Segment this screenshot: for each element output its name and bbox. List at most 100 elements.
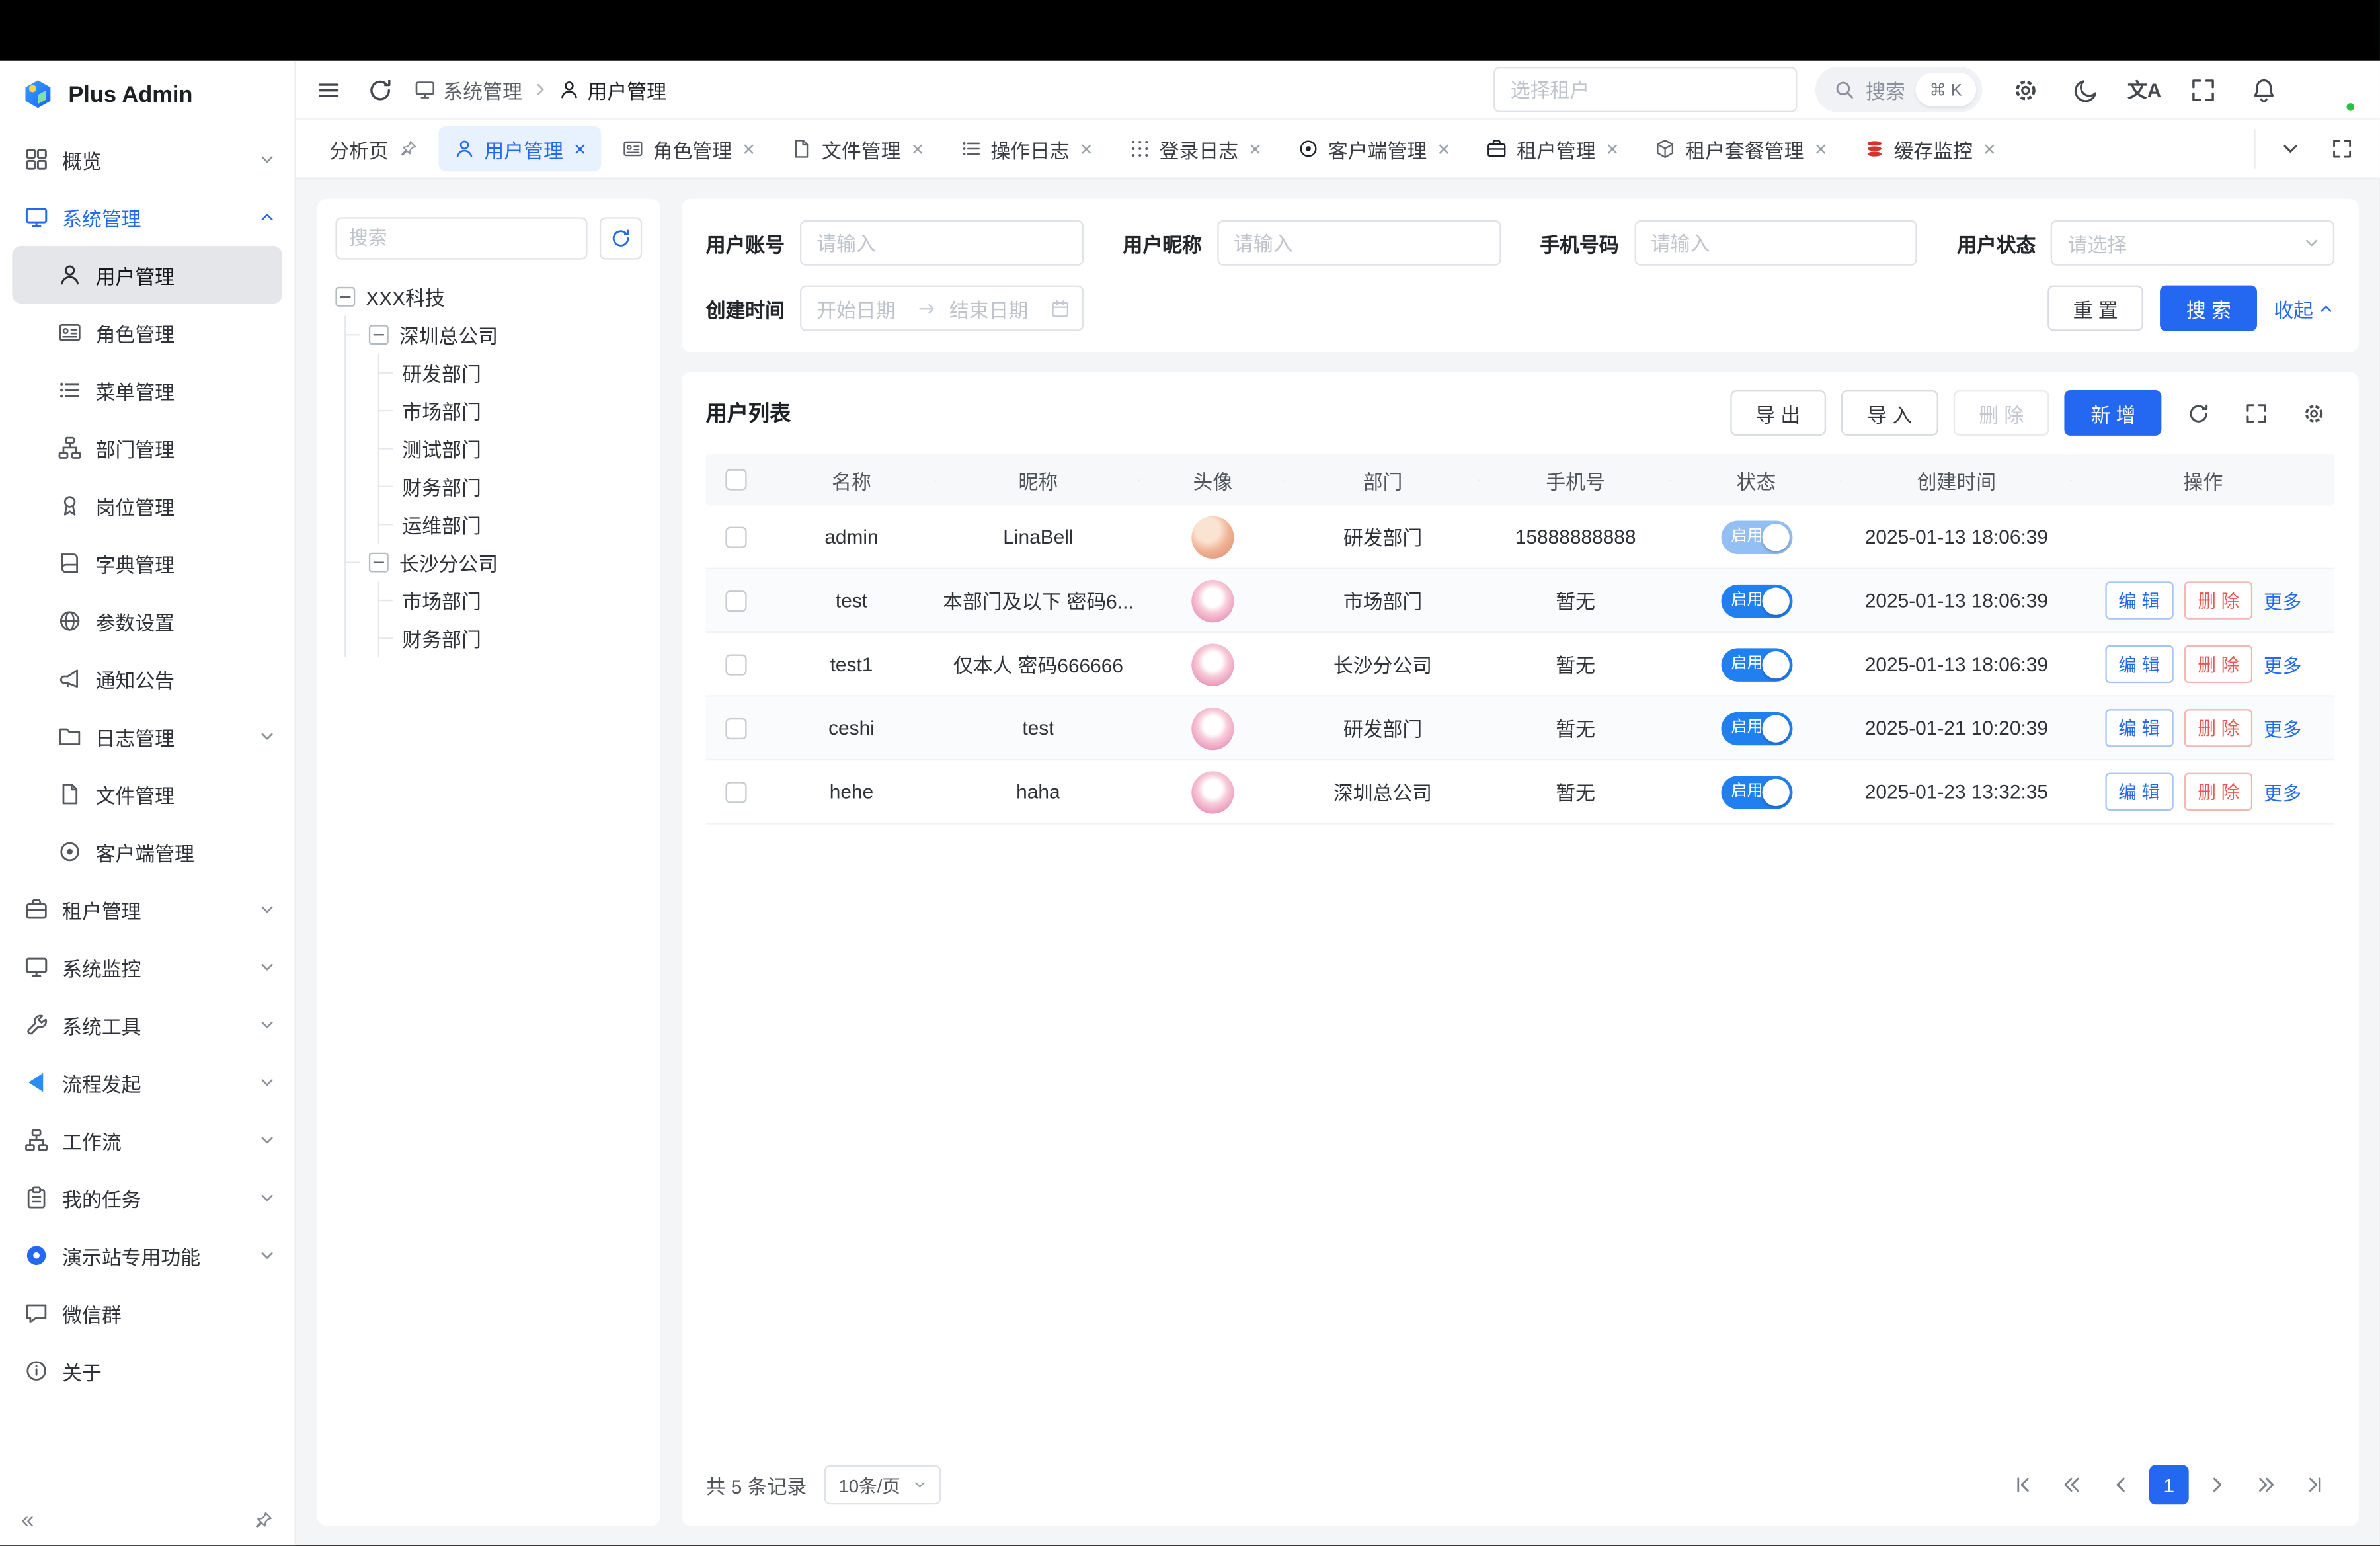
- pagination-next-button[interactable]: [2198, 1465, 2237, 1505]
- sidebar-item-demo[interactable]: 演示站专用功能: [0, 1227, 294, 1284]
- tree-node[interactable]: 财务部门: [379, 468, 642, 505]
- delete-button[interactable]: 删 除: [2184, 645, 2253, 683]
- pagination-prev-button[interactable]: [2101, 1465, 2141, 1505]
- translate-button[interactable]: 文A: [2127, 70, 2161, 110]
- select-all-checkbox[interactable]: [725, 469, 746, 490]
- sidebar-item-overview[interactable]: 概览: [0, 130, 294, 188]
- tab-role-mgmt[interactable]: 角色管理×: [608, 126, 770, 172]
- edit-button[interactable]: 编 辑: [2105, 645, 2174, 683]
- sidebar-item-wechat[interactable]: 微信群: [0, 1284, 294, 1342]
- tab-tenant-mgmt[interactable]: 租户管理×: [1471, 126, 1634, 172]
- tab-close-icon[interactable]: ×: [1606, 138, 1619, 159]
- status-toggle[interactable]: 启用: [1720, 712, 1792, 745]
- sidebar-item-about[interactable]: 关于: [0, 1342, 294, 1400]
- sidebar-item-tasks[interactable]: 我的任务: [0, 1169, 294, 1227]
- collapse-filter-link[interactable]: 收起: [2274, 294, 2334, 323]
- sidebar-item-clients[interactable]: 客户端管理: [0, 823, 294, 880]
- nickname-input[interactable]: [1217, 220, 1501, 266]
- sidebar-item-post[interactable]: 岗位管理: [0, 477, 294, 534]
- tree-search-input[interactable]: [335, 217, 587, 259]
- more-button[interactable]: 更多: [2264, 713, 2301, 743]
- search-button[interactable]: 搜 索: [2161, 286, 2257, 331]
- tree-expander-icon[interactable]: [369, 325, 389, 345]
- tree-node[interactable]: 财务部门: [379, 620, 642, 657]
- more-button[interactable]: 更多: [2264, 778, 2301, 807]
- status-toggle[interactable]: 启用: [1720, 520, 1792, 553]
- export-button[interactable]: 导 出: [1729, 390, 1826, 436]
- tab-tenant-pkg[interactable]: 租户套餐管理×: [1640, 126, 1843, 172]
- tree-expander-icon[interactable]: [369, 553, 389, 573]
- status-toggle[interactable]: 启用: [1720, 584, 1792, 618]
- sidebar-item-params[interactable]: 参数设置: [0, 592, 294, 649]
- pagination-last-button[interactable]: [2295, 1465, 2334, 1505]
- dark-mode-button[interactable]: [2067, 70, 2106, 110]
- edit-button[interactable]: 编 辑: [2105, 709, 2174, 747]
- tree-expander-icon[interactable]: [335, 287, 355, 307]
- table-settings-button[interactable]: [2292, 391, 2334, 434]
- tab-login-log[interactable]: 登录日志×: [1114, 126, 1277, 172]
- notifications-button[interactable]: [2243, 70, 2283, 110]
- tree-node[interactable]: 研发部门: [379, 354, 642, 391]
- sidebar-item-user[interactable]: 用户管理: [12, 246, 282, 304]
- tab-client-mgmt[interactable]: 客户端管理×: [1283, 126, 1465, 172]
- breadcrumb-item[interactable]: 用户管理: [559, 75, 666, 104]
- row-checkbox[interactable]: [725, 590, 746, 611]
- tree-refresh-button[interactable]: [600, 217, 642, 259]
- collapse-sidebar-button[interactable]: «: [21, 1508, 34, 1531]
- tab-close-icon[interactable]: ×: [574, 138, 586, 159]
- global-search-button[interactable]: 搜索 ⌘ K: [1815, 67, 1981, 112]
- delete-button[interactable]: 删 除: [2184, 709, 2253, 747]
- status-toggle[interactable]: 启用: [1720, 647, 1792, 681]
- reset-button[interactable]: 重 置: [2047, 286, 2144, 331]
- status-toggle[interactable]: 启用: [1720, 775, 1792, 809]
- sidebar-item-system[interactable]: 系统管理: [0, 188, 294, 246]
- tree-node[interactable]: 市场部门: [379, 581, 642, 619]
- user-avatar-button[interactable]: [2310, 67, 2356, 112]
- sidebar-item-files[interactable]: 文件管理: [0, 765, 294, 823]
- refresh-page-button[interactable]: [360, 70, 399, 110]
- sidebar-item-menu[interactable]: 菜单管理: [0, 361, 294, 419]
- page-size-select[interactable]: 10条/页: [825, 1465, 941, 1505]
- tree-node[interactable]: XXX科技: [335, 278, 642, 315]
- row-checkbox[interactable]: [725, 781, 746, 802]
- pagination-current-page[interactable]: 1: [2149, 1465, 2189, 1505]
- content-fullscreen-button[interactable]: [2322, 129, 2362, 169]
- sidebar-item-notice[interactable]: 通知公告: [0, 650, 294, 708]
- table-refresh-button[interactable]: [2176, 391, 2219, 434]
- row-checkbox[interactable]: [725, 526, 746, 548]
- tab-close-icon[interactable]: ×: [1983, 138, 1996, 159]
- sidebar-item-tools[interactable]: 系统工具: [0, 996, 294, 1053]
- tree-node[interactable]: 测试部门: [379, 430, 642, 468]
- phone-input[interactable]: [1634, 220, 1918, 266]
- tree-node[interactable]: 运维部门: [379, 506, 642, 544]
- pagination-next-5-button[interactable]: [2246, 1465, 2286, 1505]
- pagination-prev-5-button[interactable]: [2052, 1465, 2092, 1505]
- account-input[interactable]: [800, 220, 1084, 266]
- add-button[interactable]: 新 增: [2065, 390, 2161, 436]
- row-checkbox[interactable]: [725, 653, 746, 674]
- table-fullscreen-button[interactable]: [2235, 391, 2277, 434]
- tab-close-icon[interactable]: ×: [1249, 138, 1261, 159]
- sidebar-item-logs[interactable]: 日志管理: [0, 708, 294, 765]
- sidebar-item-dict[interactable]: 字典管理: [0, 534, 294, 592]
- delete-button[interactable]: 删 除: [2184, 773, 2253, 811]
- tab-list-dropdown-button[interactable]: [2271, 129, 2311, 169]
- pagination-first-button[interactable]: [2004, 1465, 2043, 1505]
- settings-button[interactable]: [2006, 70, 2045, 110]
- tab-close-icon[interactable]: ×: [1815, 138, 1827, 159]
- tab-op-log[interactable]: 操作日志×: [945, 126, 1107, 172]
- sidebar-item-tenant[interactable]: 租户管理: [0, 881, 294, 938]
- tab-cache-monitor[interactable]: 缓存监控×: [1848, 126, 2011, 172]
- more-button[interactable]: 更多: [2264, 586, 2301, 615]
- import-button[interactable]: 导 入: [1841, 390, 1938, 436]
- edit-button[interactable]: 编 辑: [2105, 581, 2174, 619]
- tree-node[interactable]: 长沙分公司: [346, 544, 642, 581]
- breadcrumb-item[interactable]: 系统管理: [415, 75, 522, 104]
- sidebar-item-dept[interactable]: 部门管理: [0, 419, 294, 477]
- more-button[interactable]: 更多: [2264, 650, 2301, 679]
- tree-node[interactable]: 市场部门: [379, 391, 642, 429]
- tab-user-mgmt[interactable]: 用户管理×: [439, 126, 602, 172]
- row-checkbox[interactable]: [725, 717, 746, 739]
- tab-analysis[interactable]: 分析页: [314, 126, 432, 172]
- tree-node[interactable]: 深圳总公司: [346, 316, 642, 354]
